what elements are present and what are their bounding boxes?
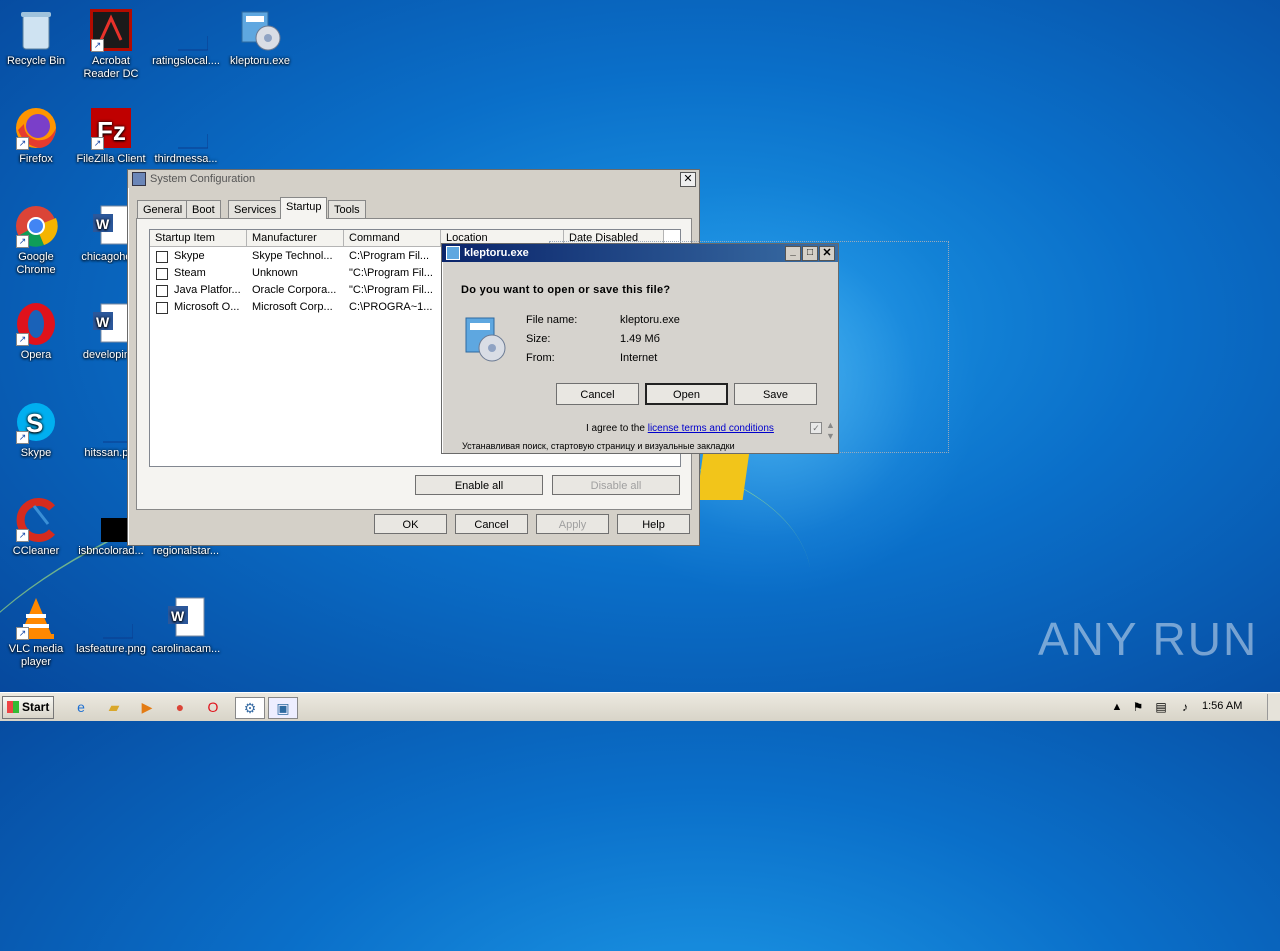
- download-dialog-title: kleptoru.exe: [464, 247, 529, 259]
- desktop-icon-chrome[interactable]: ↗ Google Chrome: [0, 204, 74, 277]
- size-label: Size:: [526, 333, 551, 345]
- row-checkbox[interactable]: [156, 268, 168, 280]
- action-center-flag-icon[interactable]: ⚑: [1127, 697, 1149, 717]
- ccleaner-icon: ↗: [14, 498, 58, 542]
- taskbar-download-icon[interactable]: ▣: [268, 697, 298, 719]
- license-link[interactable]: license terms and conditions: [648, 423, 774, 434]
- blank-file-icon: [164, 106, 208, 150]
- start-label: Start: [22, 700, 50, 714]
- firefox-icon: ↗: [14, 106, 58, 150]
- wallpaper-logo-fragment: [696, 452, 750, 500]
- svg-text:W: W: [96, 216, 110, 232]
- opera-icon: ↗: [14, 302, 58, 346]
- explorer-icon[interactable]: ▰: [103, 697, 125, 717]
- svg-text:W: W: [171, 608, 185, 624]
- show-hidden-icons-icon[interactable]: ▲: [1106, 697, 1128, 717]
- desktop-icon-carolinacam[interactable]: W carolinacam...: [148, 596, 224, 656]
- taskbar-msconfig-icon[interactable]: ⚙: [235, 697, 265, 719]
- download-question: Do you want to open or save this file?: [461, 284, 671, 296]
- clock[interactable]: 1:56 AM: [1202, 700, 1242, 712]
- enable-all-button[interactable]: Enable all: [415, 475, 543, 495]
- opera-icon[interactable]: O: [202, 697, 224, 717]
- desktop-icon-opera[interactable]: ↗ Opera: [0, 302, 74, 362]
- start-button[interactable]: Start: [2, 696, 54, 719]
- media-player-icon[interactable]: ▶: [136, 697, 158, 717]
- desktop-icon-ratingslocal[interactable]: ratingslocal....: [148, 8, 224, 68]
- network-icon[interactable]: ▤: [1150, 697, 1172, 717]
- msconfig-app-icon: [132, 172, 146, 186]
- anyrun-watermark: ANY RUN: [1038, 613, 1259, 665]
- footer-text: Устанавливая поиск, стартовую страницу и…: [462, 441, 735, 451]
- from-value: Internet: [620, 352, 658, 364]
- disable-all-button[interactable]: Disable all: [552, 475, 680, 495]
- size-value: 1.49 Mб: [620, 333, 660, 345]
- taskbar: Start e ▰ ▶ ● O ⚙ ▣ ▲ ⚑ ▤ ♪ 1:56 AM: [0, 692, 1280, 721]
- download-dialog-titlebar[interactable]: kleptoru.exe _ □ ✕: [442, 244, 838, 262]
- word-document-icon: W: [164, 596, 208, 640]
- download-dialog: kleptoru.exe _ □ ✕ Do you want to open o…: [441, 243, 839, 454]
- license-agreement: I agree to the license terms and conditi…: [586, 423, 774, 434]
- image-file-icon: [89, 596, 133, 640]
- agree-checkbox[interactable]: ✓: [810, 422, 822, 434]
- tab-boot[interactable]: Boot: [186, 200, 221, 219]
- column-manufacturer[interactable]: Manufacturer: [247, 230, 344, 246]
- maximize-icon[interactable]: □: [802, 246, 818, 261]
- vlc-icon: ↗: [14, 596, 58, 640]
- blank-file-icon: [164, 8, 208, 52]
- scroll-arrows[interactable]: ▲ ▼: [826, 420, 835, 442]
- cancel-button[interactable]: Cancel: [455, 514, 528, 534]
- tab-general[interactable]: General: [137, 200, 189, 219]
- chrome-icon: ↗: [14, 204, 58, 248]
- desktop-icon-thirdmessa[interactable]: thirdmessa...: [148, 106, 224, 166]
- desktop-icon-acrobat[interactable]: ↗ Acrobat Reader DC: [73, 8, 149, 81]
- desktop-icon-filezilla[interactable]: Fz ↗ FileZilla Client: [73, 106, 149, 166]
- agree-text: I agree to the: [586, 423, 645, 434]
- file-name-label: File name:: [526, 314, 578, 326]
- installer-icon: [446, 246, 460, 260]
- tab-services[interactable]: Services: [228, 200, 283, 219]
- save-button[interactable]: Save: [734, 383, 817, 405]
- desktop-icon-ccleaner[interactable]: ↗ CCleaner: [0, 498, 74, 558]
- recycle-bin-icon: [14, 8, 58, 52]
- desktop-icon-kleptoru[interactable]: kleptoru.exe: [222, 8, 298, 68]
- help-button[interactable]: Help: [617, 514, 690, 534]
- from-label: From:: [526, 352, 555, 364]
- tab-startup[interactable]: Startup: [280, 197, 328, 219]
- volume-icon[interactable]: ♪: [1174, 697, 1196, 717]
- ok-button[interactable]: OK: [374, 514, 447, 534]
- row-checkbox[interactable]: [156, 302, 168, 314]
- msconfig-title: System Configuration: [150, 173, 256, 185]
- close-icon[interactable]: ✕: [680, 172, 696, 187]
- column-command[interactable]: Command: [344, 230, 441, 246]
- installer-icon: [462, 314, 508, 367]
- filezilla-icon: Fz ↗: [89, 106, 133, 150]
- apply-button[interactable]: Apply: [536, 514, 609, 534]
- cancel-button[interactable]: Cancel: [556, 383, 639, 405]
- row-checkbox[interactable]: [156, 251, 168, 263]
- desktop-icon-lasfeature[interactable]: lasfeature.png: [73, 596, 149, 656]
- acrobat-icon: ↗: [89, 8, 133, 52]
- desktop-icon-skype[interactable]: S ↗ Skype: [0, 400, 74, 460]
- row-checkbox[interactable]: [156, 285, 168, 297]
- ie-icon[interactable]: e: [70, 697, 92, 717]
- desktop-icon-vlc[interactable]: ↗ VLC media player: [0, 596, 74, 669]
- open-button[interactable]: Open: [645, 383, 728, 405]
- show-desktop-button[interactable]: [1267, 694, 1280, 720]
- desktop-icon-firefox[interactable]: ↗ Firefox: [0, 106, 74, 166]
- svg-text:W: W: [96, 314, 110, 330]
- msconfig-titlebar[interactable]: System Configuration ✕: [128, 170, 699, 188]
- desktop-icon-recycle-bin[interactable]: Recycle Bin: [0, 8, 74, 68]
- chrome-icon[interactable]: ●: [169, 697, 191, 717]
- file-name-value: kleptoru.exe: [620, 314, 680, 326]
- windows-logo-icon: [7, 701, 19, 713]
- column-startup-item[interactable]: Startup Item: [150, 230, 247, 246]
- close-icon[interactable]: ✕: [819, 246, 835, 261]
- tab-tools[interactable]: Tools: [328, 200, 366, 219]
- skype-icon: S ↗: [14, 400, 58, 444]
- minimize-icon[interactable]: _: [785, 246, 801, 261]
- installer-icon: [238, 8, 282, 52]
